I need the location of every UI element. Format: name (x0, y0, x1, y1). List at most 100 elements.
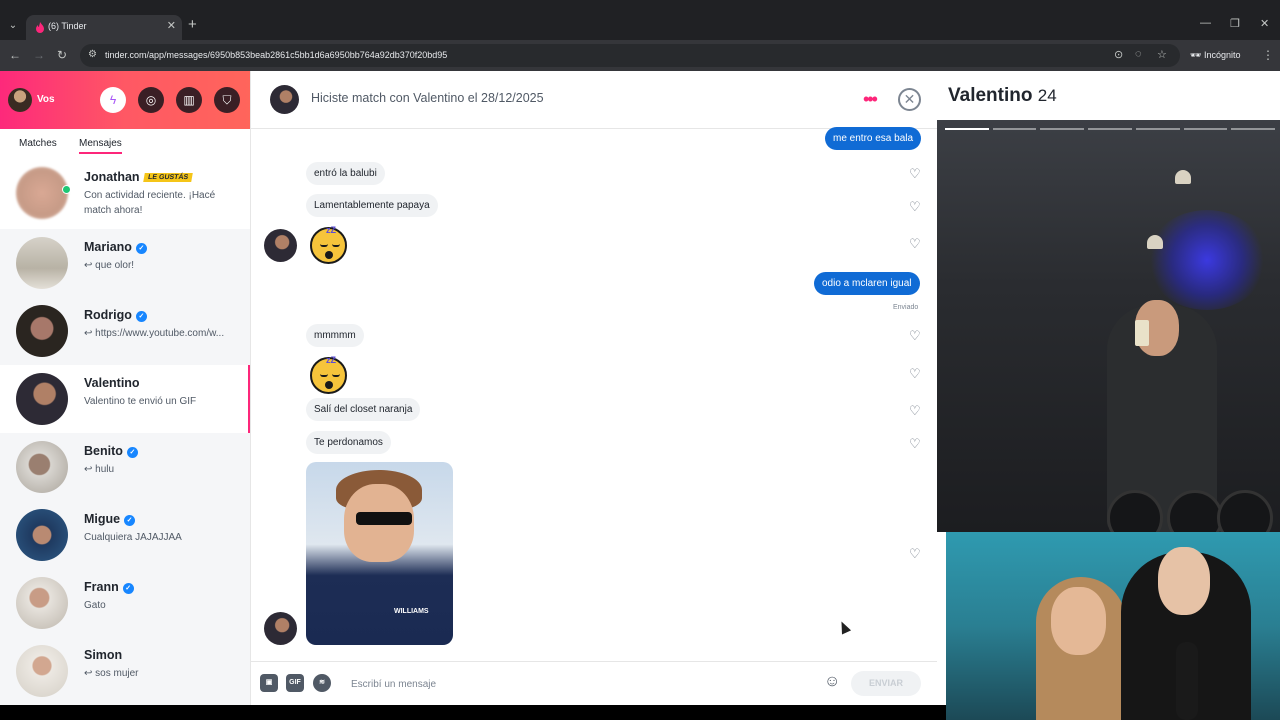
avatar (16, 645, 68, 697)
user-name[interactable]: Vos (37, 94, 55, 105)
photo-progress-segment[interactable] (1135, 128, 1180, 130)
photo-progress-segment[interactable] (992, 128, 1037, 130)
forward-icon[interactable]: → (33, 48, 45, 62)
conversation-frann[interactable]: Frann ✓ Gato (0, 569, 250, 637)
sleeping-emoji-icon: zZ (310, 355, 347, 394)
photo-progress-segment[interactable] (1231, 128, 1275, 130)
conversation-migue[interactable]: Migue ✓ Cualquiera JAJAJJAA (0, 501, 250, 569)
browser-menu-icon[interactable]: ⋮ (1262, 48, 1274, 62)
photo-progress-segment[interactable] (1040, 128, 1085, 130)
conversation-valentino[interactable]: Valentino Valentino te envió un GIF (0, 365, 250, 433)
restore-icon[interactable]: ❐ (1230, 17, 1240, 30)
conversation-name: Migue ✓ (84, 512, 136, 526)
photo-progress-segment[interactable] (1183, 128, 1228, 130)
message-incoming: mmmmm (306, 324, 364, 347)
verified-icon: ✓ (135, 311, 147, 322)
profile-name: Valentino (948, 85, 1033, 106)
contact-name: Simon (84, 648, 123, 662)
photo-blue-light (1147, 210, 1267, 310)
send-button[interactable]: ENVIAR (851, 671, 921, 696)
photo-progress-segment[interactable] (945, 128, 989, 130)
like-heart-icon[interactable]: ♡ (909, 546, 921, 562)
conversation-name: Rodrigo ✓ (84, 308, 147, 322)
sidebar-tabs: Matches Mensajes (0, 129, 250, 159)
briefcase-icon[interactable]: ▥ (176, 87, 202, 113)
tab-messages[interactable]: Mensajes (79, 138, 122, 154)
like-heart-icon[interactable]: ♡ (909, 436, 921, 452)
chat-panel: Hiciste match con Valentino el 28/12/202… (250, 71, 937, 705)
avatar (16, 305, 68, 357)
conversation-mariano[interactable]: Mariano ✓ ↩ que olor! (0, 229, 250, 297)
profile-photo[interactable] (937, 120, 1280, 532)
webcam-overlay (946, 532, 1280, 720)
like-heart-icon[interactable]: ♡ (909, 403, 921, 419)
incognito-icon: 🕶 (1190, 50, 1202, 60)
explore-icon[interactable]: ◎ (138, 87, 164, 113)
profile-header: Valentino 24 (948, 85, 1057, 107)
message-outgoing: odio a mclaren igual (814, 272, 920, 295)
sidebar: Vos ϟ ◎ ▥ ⛉ Matches Mensajes Jonathan LE … (0, 71, 250, 705)
boost-icon[interactable]: ϟ (100, 87, 126, 113)
new-tab-icon[interactable]: + (188, 16, 197, 33)
photo-phone (1135, 320, 1149, 346)
contact-name: Mariano (84, 240, 132, 254)
gif-shirt-text: WILLIAMS (394, 608, 429, 615)
like-heart-icon[interactable]: ♡ (909, 166, 921, 182)
conversation-simon[interactable]: Simon ↩ sos mujer (0, 637, 250, 705)
emoji-picker-icon[interactable]: ☺ (824, 673, 840, 691)
more-options-icon[interactable]: ••• (863, 89, 878, 110)
tinder-flame-icon (36, 22, 44, 33)
like-heart-icon[interactable]: ♡ (909, 199, 921, 215)
window-close-icon[interactable]: ✕ (1260, 17, 1269, 30)
match-title: Hiciste match con Valentino el 28/12/202… (311, 91, 544, 105)
eye (320, 374, 328, 377)
conversation-rodrigo[interactable]: Rodrigo ✓ ↩ https://www.youtube.com/w... (0, 297, 250, 365)
contact-name: Frann (84, 580, 119, 594)
spotify-icon[interactable]: ≋ (313, 674, 331, 692)
sender-avatar[interactable] (264, 612, 297, 645)
back-icon[interactable]: ← (9, 48, 21, 62)
shield-icon[interactable]: ⛉ (214, 87, 240, 113)
conversation-benito[interactable]: Benito ✓ ↩ hulu (0, 433, 250, 501)
minimize-icon[interactable]: — (1200, 17, 1211, 29)
message-incoming: Salí del closet naranja (306, 398, 421, 421)
like-heart-icon[interactable]: ♡ (909, 366, 921, 382)
contact-card-icon[interactable]: ▣ (260, 674, 278, 692)
avatar (16, 441, 68, 493)
contact-name: Rodrigo (84, 308, 132, 322)
avatar (16, 237, 68, 289)
message-incoming: entró la balubi (306, 162, 385, 185)
reload-icon[interactable]: ↻ (57, 48, 67, 62)
bookmark-star-icon[interactable]: ☆ (1157, 48, 1167, 61)
conversation-preview: Cualquiera JAJAJJAA (84, 532, 182, 543)
photo-progress-segment[interactable] (1088, 128, 1132, 130)
sender-avatar[interactable] (264, 229, 297, 262)
close-chat-icon[interactable]: ✕ (898, 88, 921, 111)
tab-matches[interactable]: Matches (19, 138, 57, 149)
conversation-jonathan[interactable]: Jonathan LE GUSTÁS Con actividad reciente… (0, 159, 250, 227)
avatar (16, 577, 68, 629)
verified-icon: ✓ (126, 447, 138, 458)
user-avatar[interactable] (8, 88, 32, 112)
like-heart-icon[interactable]: ♡ (909, 236, 921, 252)
site-info-icon[interactable]: ⚙ (88, 49, 97, 60)
mouth (325, 251, 333, 259)
message-outgoing: me entro esa bala (825, 127, 922, 150)
message-input[interactable] (351, 674, 811, 694)
location-icon[interactable]: ⊙ (1114, 48, 1123, 61)
match-avatar[interactable] (270, 85, 299, 114)
message-incoming: Lamentablemente papaya (306, 194, 438, 217)
mouse-cursor-icon (836, 619, 852, 635)
photo-lamp (1175, 170, 1191, 184)
tab-close-icon[interactable]: ✕ (167, 19, 176, 32)
eye-off-icon[interactable]: ◌ (1135, 48, 1142, 60)
conversation-preview: Gato (84, 600, 106, 611)
gif-button[interactable]: GIF (286, 674, 304, 692)
incognito-badge[interactable]: 🕶 Incógnito (1190, 50, 1240, 61)
conversation-name: Mariano ✓ (84, 240, 147, 254)
browser-tab[interactable]: (6) Tinder ✕ (26, 15, 182, 40)
gif-message[interactable]: WILLIAMS (306, 462, 453, 645)
tab-list-icon[interactable]: ⌄ (5, 18, 21, 34)
address-bar[interactable]: ⚙ tinder.com/app/messages/6950b853beab28… (80, 44, 1180, 67)
like-heart-icon[interactable]: ♡ (909, 328, 921, 344)
